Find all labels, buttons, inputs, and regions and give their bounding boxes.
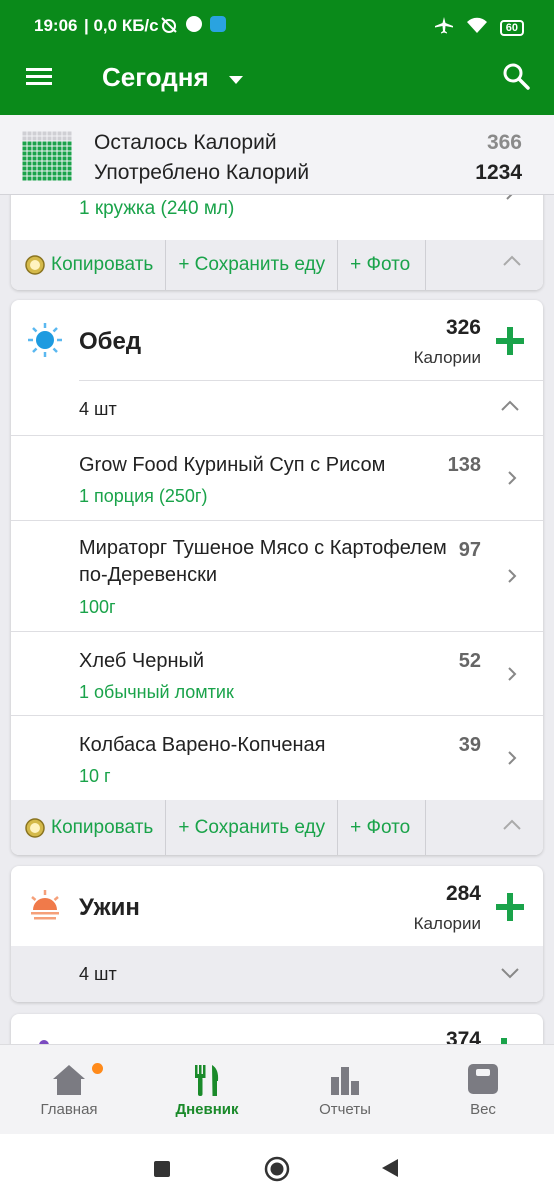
nav-reports[interactable]: Отчеты xyxy=(276,1045,414,1135)
lunch-card: Обед 326 Калории 4 шт Grow Food Куриный … xyxy=(11,300,543,855)
alarm-off-icon xyxy=(160,16,178,39)
sunset-icon xyxy=(27,888,63,929)
food-calories: 97 xyxy=(458,539,481,561)
food-item[interactable]: Колбаса Варено-Копченая 39 10 г xyxy=(11,715,543,800)
calorie-grid-icon xyxy=(22,131,72,181)
home-button-icon[interactable] xyxy=(264,1156,290,1187)
nav-home[interactable]: Главная xyxy=(0,1045,138,1135)
app-notification-icon xyxy=(186,16,202,32)
fork-knife-icon xyxy=(193,1063,221,1102)
food-item[interactable]: Мираторг Тушеное Мясо с Картофелем по-Де… xyxy=(11,520,543,631)
search-icon[interactable] xyxy=(502,62,530,95)
item-count: 4 шт xyxy=(79,964,117,984)
chevron-down-icon[interactable] xyxy=(228,72,244,90)
menu-icon[interactable] xyxy=(24,62,54,92)
battery-icon: 60 xyxy=(499,19,524,36)
app-notification-icon-2 xyxy=(210,16,226,32)
nav-label: Главная xyxy=(40,1101,98,1118)
save-food-button[interactable]: + Сохранить еду xyxy=(166,800,339,855)
nav-diary[interactable]: Дневник xyxy=(138,1045,276,1135)
food-item[interactable]: Grow Food Куриный Суп с Рисом 138 1 порц… xyxy=(11,435,543,520)
airplane-icon xyxy=(434,16,454,39)
recents-icon[interactable] xyxy=(154,1161,170,1182)
status-bar: 19:06 | 0,0 КБ/с 60 xyxy=(0,0,554,38)
nav-label: Вес xyxy=(470,1101,496,1118)
status-time: 19:06 xyxy=(34,16,78,35)
food-serving: 1 кружка (240 мл) xyxy=(79,198,235,219)
photo-button[interactable]: + Фото xyxy=(338,800,427,855)
save-food-button[interactable]: + Сохранить еду xyxy=(166,240,339,290)
sun-icon xyxy=(27,322,63,363)
meal-name: Обед xyxy=(79,328,142,355)
food-serving: 1 обычный ломтик xyxy=(79,682,234,702)
copy-button[interactable]: Копировать xyxy=(11,240,167,290)
meal-calories: 284 xyxy=(445,882,481,905)
bottom-nav: Главная Дневник Отчеты Вес xyxy=(0,1044,554,1134)
meal-actions: Копировать + Сохранить еду + Фото xyxy=(11,240,543,290)
chevron-right-icon[interactable] xyxy=(507,751,517,770)
scale-icon xyxy=(467,1063,499,1100)
lunch-header[interactable]: Обед 326 Калории xyxy=(11,300,543,380)
dinner-header[interactable]: Ужин 284 Калории xyxy=(11,866,543,946)
remaining-label: Осталось Калорий xyxy=(94,131,277,154)
food-name: Мираторг Тушеное Мясо с Картофелем по-Де… xyxy=(79,537,447,586)
food-name: Grow Food Куриный Суп с Рисом xyxy=(79,454,386,476)
chevron-right-icon[interactable] xyxy=(507,569,517,588)
calories-label: Калории xyxy=(413,348,481,367)
network-speed: | 0,0 КБ/с xyxy=(84,16,159,35)
photo-button[interactable]: + Фото xyxy=(338,240,427,290)
breakfast-card: 1 кружка (240 мл) Копировать + Сохранить… xyxy=(11,186,543,290)
food-name: Колбаса Варено-Копченая xyxy=(79,734,326,756)
food-name: Хлеб Черный xyxy=(79,650,205,672)
system-nav-bar xyxy=(0,1134,554,1200)
food-serving: 10 г xyxy=(79,766,111,786)
add-food-icon[interactable] xyxy=(495,892,525,927)
calorie-summary: Осталось Калорий 366 Употреблено Калорий… xyxy=(0,115,554,195)
meal-name: Ужин xyxy=(79,894,140,921)
notification-dot xyxy=(92,1063,103,1074)
consumed-label: Употреблено Калорий xyxy=(94,161,310,184)
home-icon xyxy=(51,1063,87,1102)
item-count-row[interactable]: 4 шт xyxy=(79,380,543,436)
copy-button[interactable]: Копировать xyxy=(11,800,167,855)
coin-icon xyxy=(25,255,45,275)
coin-icon xyxy=(25,817,45,838)
app-bar: Сегодня xyxy=(0,38,554,115)
remaining-row: Осталось Калорий 366 xyxy=(94,131,522,155)
back-icon[interactable] xyxy=(380,1158,400,1183)
food-serving: 1 порция (250г) xyxy=(79,486,208,506)
chevron-up-icon[interactable] xyxy=(503,254,521,272)
chevron-down-icon[interactable] xyxy=(501,966,519,984)
food-calories: 39 xyxy=(458,734,481,756)
chevron-right-icon[interactable] xyxy=(507,471,517,490)
food-item[interactable]: Хлеб Черный 52 1 обычный ломтик xyxy=(11,631,543,715)
calories-label: Калории xyxy=(413,914,481,933)
food-serving: 100г xyxy=(79,597,116,617)
nav-label: Отчеты xyxy=(319,1101,371,1118)
item-count-row[interactable]: 4 шт xyxy=(11,946,543,1002)
meal-actions: Копировать + Сохранить еду + Фото xyxy=(11,800,543,855)
wifi-icon xyxy=(466,16,488,39)
nav-label: Дневник xyxy=(175,1101,239,1118)
remaining-value: 366 xyxy=(486,131,522,154)
date-title[interactable]: Сегодня xyxy=(102,62,209,93)
meal-calories: 326 xyxy=(445,316,481,339)
food-calories: 52 xyxy=(458,650,481,672)
consumed-row: Употреблено Калорий 1234 xyxy=(94,161,522,185)
consumed-value: 1234 xyxy=(475,161,522,184)
nav-weight[interactable]: Вес xyxy=(414,1045,552,1135)
item-count: 4 шт xyxy=(79,399,117,419)
chevron-up-icon[interactable] xyxy=(501,399,519,417)
food-calories: 138 xyxy=(447,454,481,476)
chevron-right-icon[interactable] xyxy=(507,667,517,686)
add-food-icon[interactable] xyxy=(495,326,525,361)
dinner-card: Ужин 284 Калории 4 шт xyxy=(11,866,543,1002)
chevron-up-icon[interactable] xyxy=(503,818,521,836)
bar-chart-icon xyxy=(329,1063,361,1100)
